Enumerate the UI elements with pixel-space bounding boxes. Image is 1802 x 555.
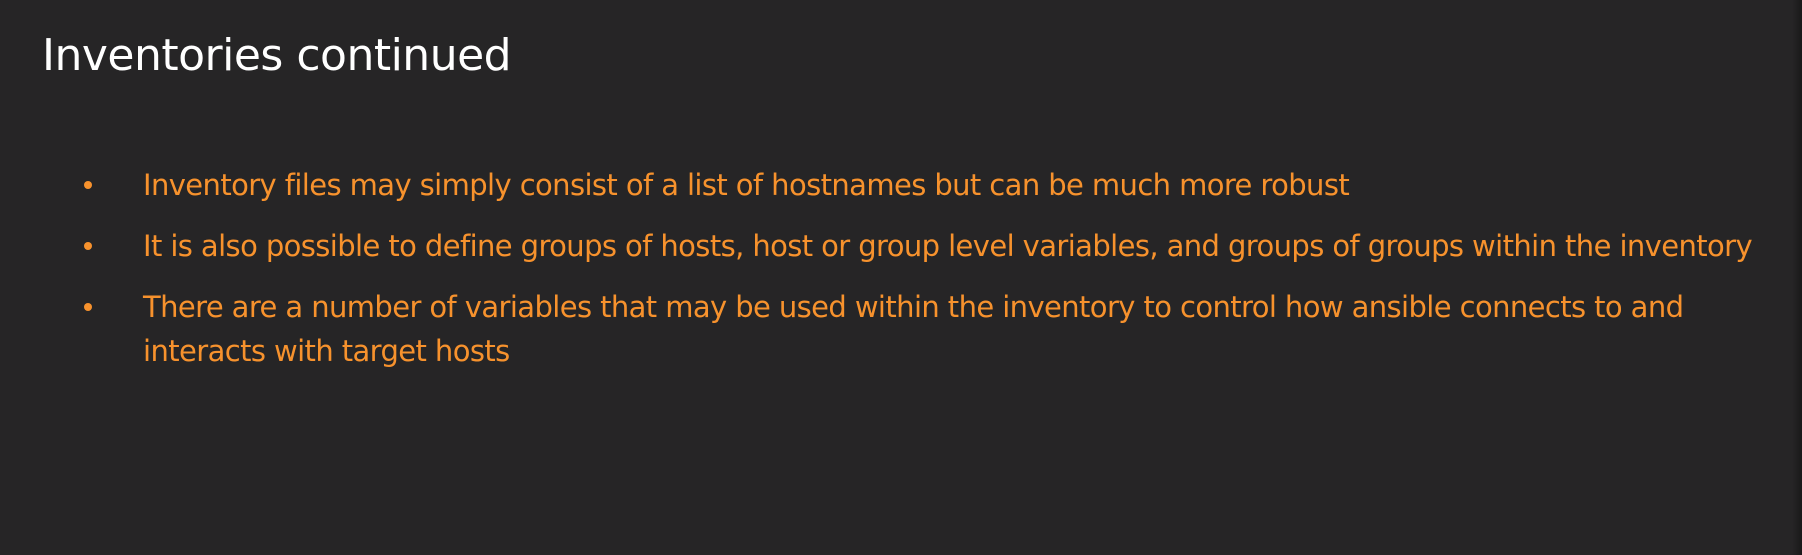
slide: Inventories continued Inventory files ma… — [0, 0, 1802, 555]
bullet-text: Inventory files may simply consist of a … — [143, 168, 1350, 202]
bullet-dot-icon — [84, 181, 92, 189]
bullet-list: Inventory files may simply consist of a … — [0, 163, 1802, 390]
slide-title: Inventories continued — [42, 30, 512, 81]
bullet-item: Inventory files may simply consist of a … — [0, 163, 1802, 207]
bullet-text: It is also possible to define groups of … — [143, 229, 1753, 263]
bullet-item: It is also possible to define groups of … — [0, 224, 1802, 268]
bullet-item: There are a number of variables that may… — [0, 285, 1802, 373]
bullet-dot-icon — [84, 242, 92, 250]
bullet-text: There are a number of variables that may… — [143, 290, 1684, 368]
bullet-dot-icon — [84, 303, 92, 311]
